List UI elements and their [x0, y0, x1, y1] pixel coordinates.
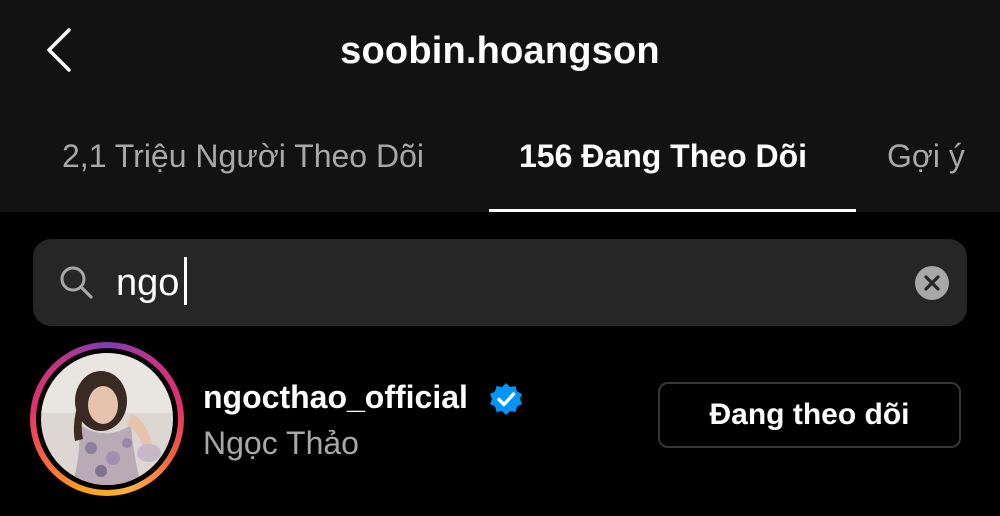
- avatar-photo: [41, 353, 173, 485]
- tab-followers[interactable]: 2,1 Triệu Người Theo Dõi: [62, 138, 424, 175]
- text-cursor: [184, 257, 187, 305]
- following-button[interactable]: Đang theo dõi: [658, 382, 961, 448]
- search-icon: [60, 266, 93, 299]
- tab-suggestions[interactable]: Gợi ý: [887, 138, 965, 175]
- story-ring-avatar[interactable]: [30, 342, 184, 496]
- clear-icon: [924, 275, 940, 291]
- clear-search-button[interactable]: [915, 266, 949, 300]
- verified-badge-icon: [490, 383, 522, 415]
- page-title: soobin.hoangson: [340, 30, 660, 72]
- tab-following[interactable]: 156 Đang Theo Dõi: [519, 138, 807, 175]
- result-username[interactable]: ngocthao_official: [203, 379, 468, 416]
- active-tab-indicator: [489, 209, 856, 212]
- search-input[interactable]: [116, 255, 876, 311]
- result-full-name: Ngọc Thảo: [203, 425, 359, 461]
- avatar: [41, 353, 173, 485]
